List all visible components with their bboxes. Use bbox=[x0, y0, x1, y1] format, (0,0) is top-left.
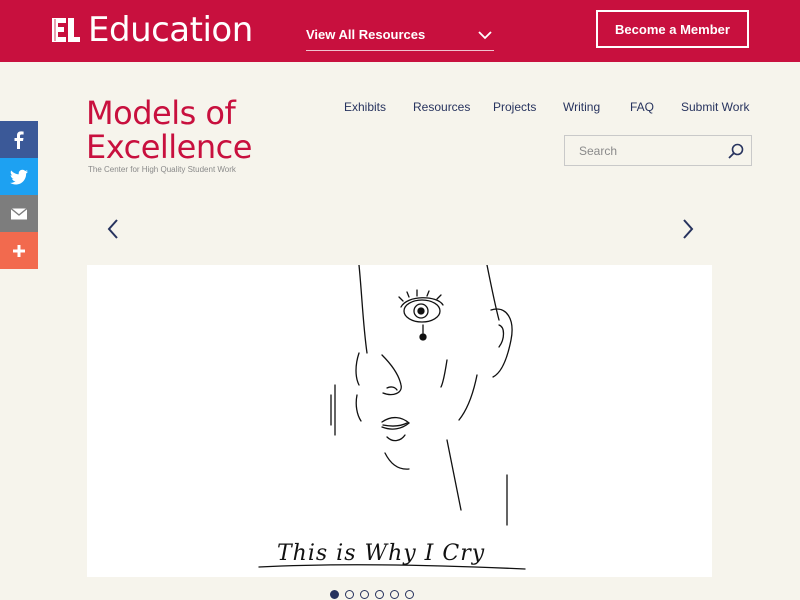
nav-resources[interactable]: Resources bbox=[413, 100, 470, 114]
search-box bbox=[564, 135, 752, 166]
brand-name: Education bbox=[88, 10, 253, 50]
facebook-icon bbox=[14, 130, 24, 149]
nav-submit-work[interactable]: Submit Work bbox=[681, 100, 749, 114]
carousel-dot-3[interactable] bbox=[360, 590, 369, 599]
el-education-logo[interactable]: Education bbox=[50, 12, 253, 48]
site-title-line1: Models of bbox=[86, 94, 236, 132]
carousel-dot-4[interactable] bbox=[375, 590, 384, 599]
nav-projects[interactable]: Projects bbox=[493, 100, 536, 114]
drawing-caption: This is Why I Cry bbox=[277, 541, 485, 566]
carousel-dots bbox=[330, 590, 414, 599]
share-email-button[interactable] bbox=[0, 195, 38, 232]
carousel-dot-5[interactable] bbox=[390, 590, 399, 599]
carousel-slide-image: This is Why I Cry bbox=[87, 265, 712, 577]
carousel-prev-arrow-icon[interactable] bbox=[106, 218, 120, 240]
carousel-dot-6[interactable] bbox=[405, 590, 414, 599]
search-input[interactable] bbox=[565, 136, 725, 165]
main-nav: Exhibits Resources Projects Writing FAQ … bbox=[330, 100, 755, 118]
nav-exhibits[interactable]: Exhibits bbox=[344, 100, 386, 114]
share-more-button[interactable] bbox=[0, 232, 38, 269]
share-twitter-button[interactable] bbox=[0, 158, 38, 195]
carousel-next-arrow-icon[interactable] bbox=[681, 218, 695, 240]
top-bar: Education View All Resources Become a Me… bbox=[0, 0, 800, 62]
chevron-down-icon bbox=[478, 31, 492, 40]
site-title-line2: Excellence bbox=[86, 128, 252, 166]
el-logo-icon bbox=[52, 18, 80, 42]
site-title[interactable]: Models of Excellence bbox=[86, 96, 252, 164]
search-icon[interactable] bbox=[727, 142, 745, 160]
nav-writing[interactable]: Writing bbox=[563, 100, 600, 114]
nav-faq[interactable]: FAQ bbox=[630, 100, 654, 114]
site-tagline: The Center for High Quality Student Work bbox=[88, 165, 236, 174]
carousel-dot-1[interactable] bbox=[330, 590, 339, 599]
plus-icon bbox=[13, 244, 25, 257]
resources-dropdown-label: View All Resources bbox=[306, 27, 426, 42]
twitter-icon bbox=[10, 169, 28, 184]
become-member-button[interactable]: Become a Member bbox=[596, 10, 749, 48]
share-facebook-button[interactable] bbox=[0, 121, 38, 158]
view-all-resources-dropdown[interactable]: View All Resources bbox=[306, 20, 494, 51]
email-icon bbox=[10, 207, 28, 219]
carousel-dot-2[interactable] bbox=[345, 590, 354, 599]
student-drawing-face: This is Why I Cry bbox=[258, 265, 526, 570]
